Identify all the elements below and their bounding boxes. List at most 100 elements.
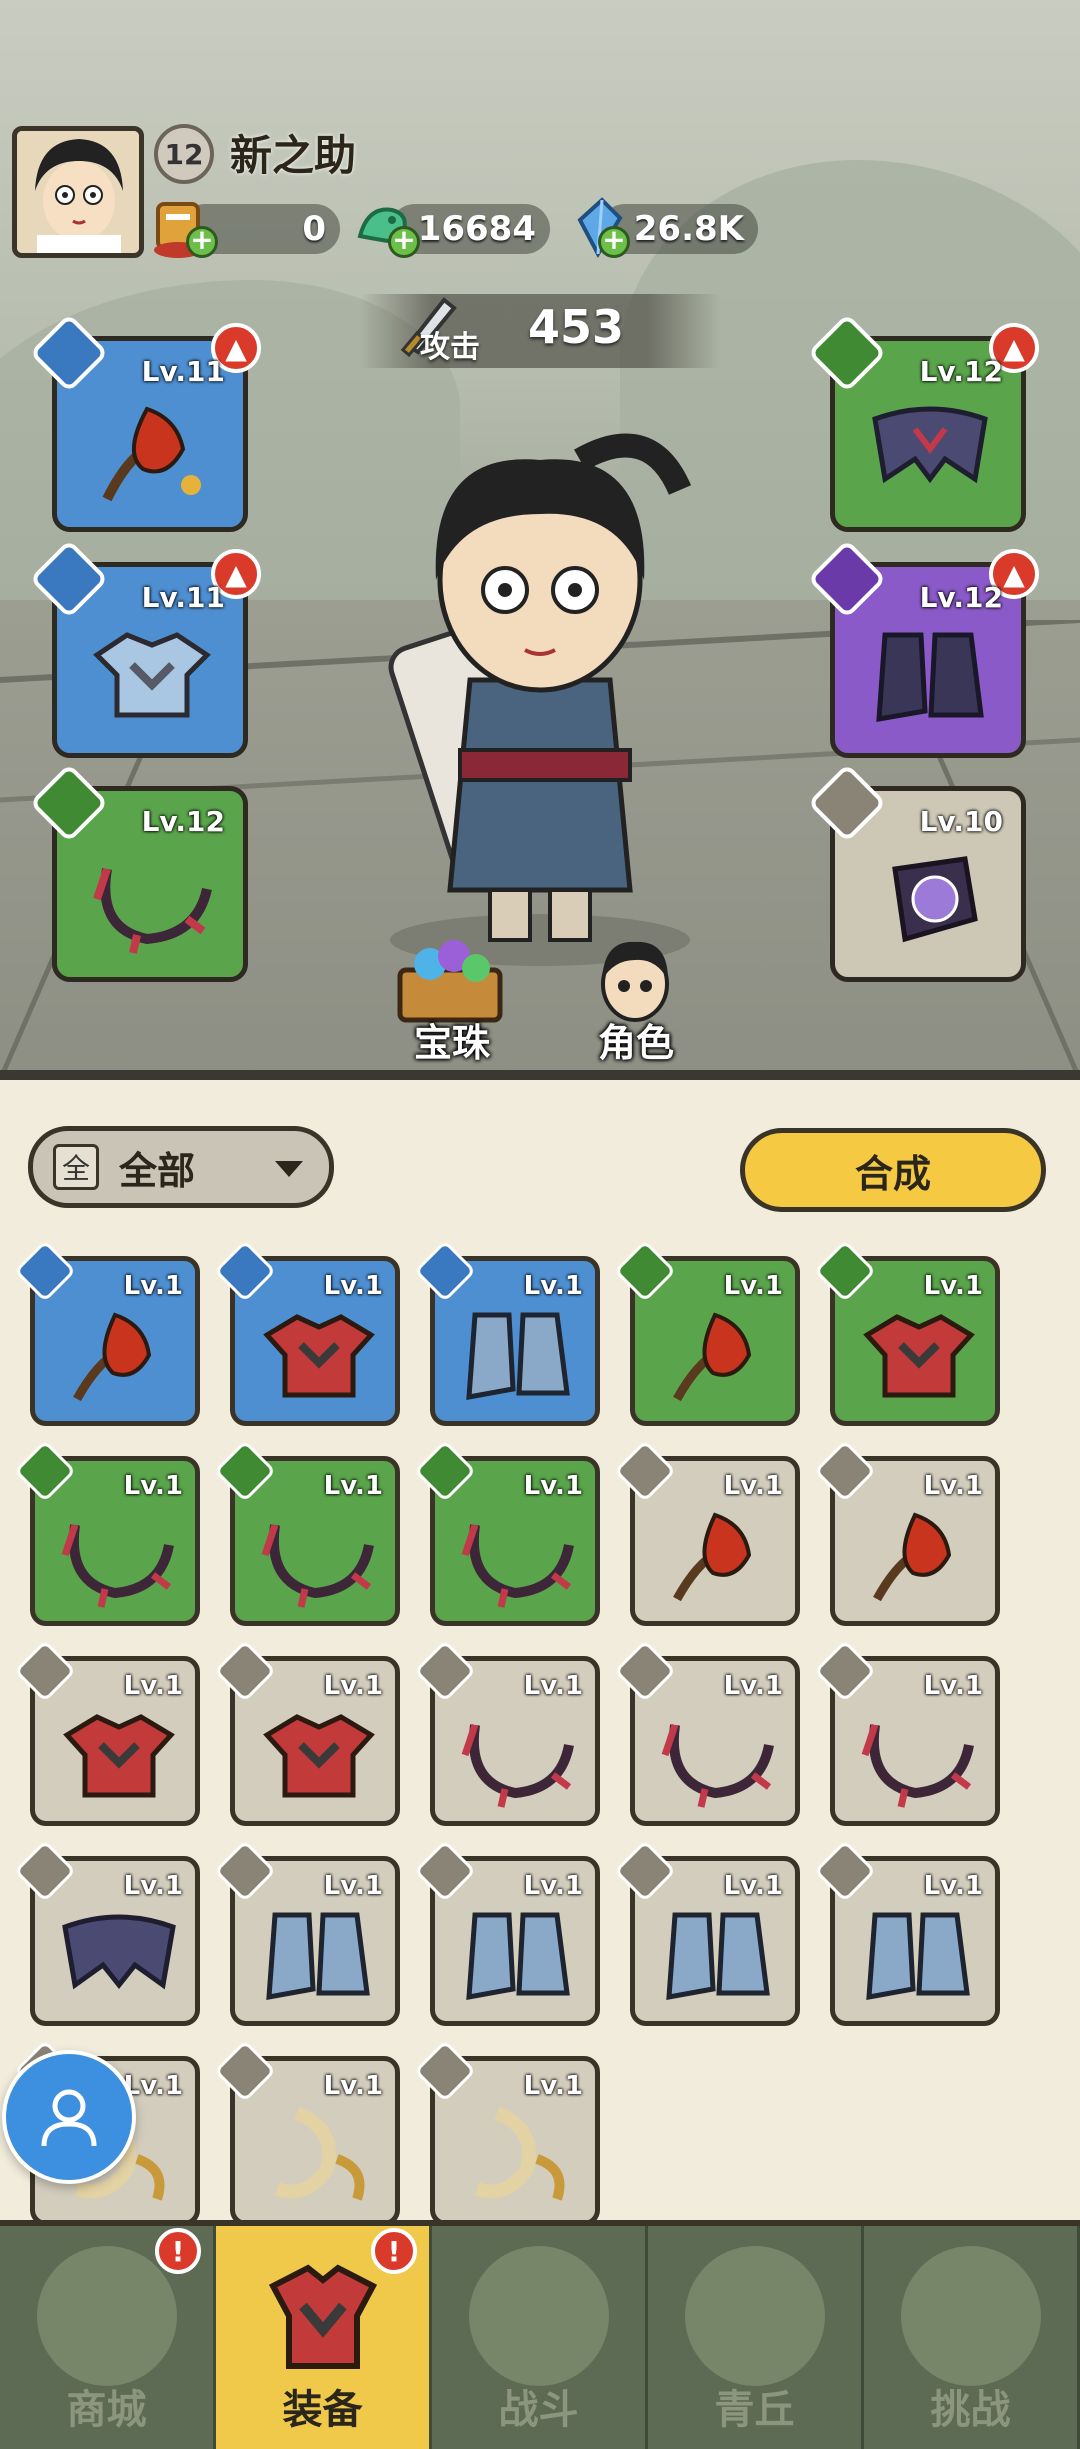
item-level: Lv.1 — [323, 1671, 383, 1701]
item-level: Lv.1 — [123, 1871, 183, 1901]
necklace-item-icon — [861, 1723, 974, 1808]
avatar-portrait-icon — [17, 131, 139, 253]
weapon-item-icon — [673, 1312, 752, 1402]
nav-tab-qingqiu[interactable]: 青丘 — [648, 2226, 864, 2449]
nav-tab-label: 青丘 — [714, 2387, 795, 2433]
inventory-item[interactable]: Lv.1 — [813, 1239, 1000, 1426]
thorn-necklace-icon — [93, 867, 212, 954]
boots-item-icon — [466, 1312, 570, 1401]
nav-tab-challenge[interactable]: 挑战 — [864, 2226, 1080, 2449]
player-level-badge: 12 — [154, 124, 214, 184]
inventory-item[interactable]: Lv.1 — [413, 1239, 600, 1426]
user-float-button[interactable] — [2, 2050, 136, 2184]
equipped-weapon-slot[interactable]: ▲ Lv.11 — [29, 313, 261, 532]
bottom-nav: 商城! 装备! 战斗 青丘 挑战 — [0, 2220, 1080, 2449]
item-level: Lv.1 — [923, 1671, 983, 1701]
ring-item-icon — [474, 2106, 565, 2201]
equipped-level: Lv.12 — [141, 805, 225, 838]
hero-character — [388, 433, 692, 966]
inventory-panel — [0, 1080, 1080, 2220]
inventory-item[interactable]: Lv.1 — [13, 1239, 200, 1426]
inventory-item[interactable]: Lv.1 — [813, 1839, 1000, 2026]
inventory-item[interactable]: Lv.1 — [13, 1839, 200, 2026]
character-button-label[interactable]: 角色 — [598, 1012, 674, 1067]
boots-item-icon — [266, 1912, 370, 2001]
equipped-armor-slot[interactable]: ▲ Lv.11 — [29, 539, 261, 758]
add-jade-button[interactable]: + — [388, 226, 420, 258]
item-level: Lv.1 — [123, 1271, 183, 1301]
filter-all-icon: 全 — [53, 1144, 99, 1190]
nav-tab-label: 战斗 — [498, 2387, 579, 2433]
item-level: Lv.1 — [723, 1671, 783, 1701]
inventory-item[interactable]: Lv.1 — [613, 1639, 800, 1826]
equipped-belt-slot[interactable]: ▲ Lv.12 — [807, 313, 1039, 532]
nav-tab-equipment[interactable]: 装备! — [216, 2226, 432, 2449]
item-level: Lv.1 — [523, 2071, 583, 2101]
add-crystal-button[interactable]: + — [598, 226, 630, 258]
equipped-level: Lv.12 — [919, 355, 1003, 388]
filter-label: 全部 — [119, 1148, 196, 1193]
combine-button[interactable]: 合成 — [740, 1128, 1046, 1212]
item-level: Lv.1 — [723, 1871, 783, 1901]
chevron-down-icon — [275, 1161, 303, 1177]
weapon-item-icon — [673, 1512, 752, 1602]
item-level: Lv.1 — [723, 1471, 783, 1501]
inventory-item[interactable]: Lv.1 — [613, 1239, 800, 1426]
inventory-item[interactable]: Lv.1 — [413, 2039, 600, 2226]
equipped-boots-slot[interactable]: ▲ Lv.12 — [807, 539, 1039, 758]
nav-tab-label: 商城 — [66, 2387, 147, 2433]
currency-ticket-value: 0 — [302, 209, 326, 249]
inventory-item[interactable]: Lv.1 — [213, 1839, 400, 2026]
nav-tab-label: 装备 — [282, 2387, 363, 2433]
item-level: Lv.1 — [123, 1671, 183, 1701]
necklace-item-icon — [461, 1723, 574, 1808]
inventory-item[interactable]: Lv.1 — [213, 2039, 400, 2226]
dark-belt-icon — [872, 406, 988, 484]
challenge-icon — [900, 2246, 1041, 2386]
item-level: Lv.1 — [123, 1471, 183, 1501]
inventory-item[interactable]: Lv.1 — [413, 1639, 600, 1826]
equipped-level: Lv.12 — [919, 581, 1003, 614]
item-level: Lv.1 — [323, 1871, 383, 1901]
gems-button-label[interactable]: 宝珠 — [414, 1012, 490, 1067]
inventory-item[interactable]: Lv.1 — [413, 1839, 600, 2026]
item-level: Lv.1 — [923, 1871, 983, 1901]
player-avatar[interactable] — [12, 126, 144, 258]
inventory-item[interactable]: Lv.1 — [813, 1639, 1000, 1826]
player-name: 新之助 — [230, 131, 357, 180]
inventory-item[interactable]: Lv.1 — [213, 1639, 400, 1826]
inventory-item[interactable]: Lv.1 — [613, 1839, 800, 2026]
inventory-item[interactable]: Lv.1 — [213, 1439, 400, 1626]
currency-crystal-value: 26.8K — [633, 209, 744, 249]
user-icon — [41, 2089, 97, 2147]
boots-item-icon — [466, 1912, 570, 2001]
equipped-necklace-slot[interactable]: Lv.12 — [29, 763, 248, 982]
inventory-item[interactable]: Lv.1 — [13, 1639, 200, 1826]
inventory-item[interactable]: Lv.1 — [613, 1439, 800, 1626]
armor-item-icon — [63, 1714, 175, 1798]
filter-dropdown[interactable]: 全 全部 — [28, 1126, 334, 1208]
inventory-item[interactable]: Lv.1 — [213, 1239, 400, 1426]
shop-icon — [36, 2246, 177, 2386]
item-level: Lv.1 — [523, 1271, 583, 1301]
nav-tab-shop[interactable]: 商城! — [0, 2226, 216, 2449]
necklace-item-icon — [461, 1523, 574, 1608]
item-level: Lv.1 — [323, 1471, 383, 1501]
add-ticket-button[interactable]: + — [186, 226, 218, 258]
inventory-item[interactable]: Lv.1 — [13, 1439, 200, 1626]
item-level: Lv.1 — [923, 1471, 983, 1501]
boots-item-icon — [866, 1912, 970, 2001]
equipped-ring-slot[interactable]: Lv.10 — [807, 763, 1026, 982]
item-level: Lv.1 — [523, 1871, 583, 1901]
boots-item-icon — [666, 1912, 770, 2001]
inventory-item[interactable]: Lv.1 — [413, 1439, 600, 1626]
inventory-item[interactable]: Lv.1 — [813, 1439, 1000, 1626]
necklace-item-icon — [61, 1523, 174, 1608]
weapon-item-icon — [873, 1512, 952, 1602]
armor-item-icon — [863, 1314, 975, 1398]
armor-item-icon — [263, 1714, 375, 1798]
currency-jade-value: 16684 — [417, 209, 536, 249]
nav-tab-battle[interactable]: 战斗 — [432, 2226, 648, 2449]
equipped-level: Lv.10 — [919, 805, 1003, 838]
alert-badge-icon: ! — [155, 2228, 201, 2274]
